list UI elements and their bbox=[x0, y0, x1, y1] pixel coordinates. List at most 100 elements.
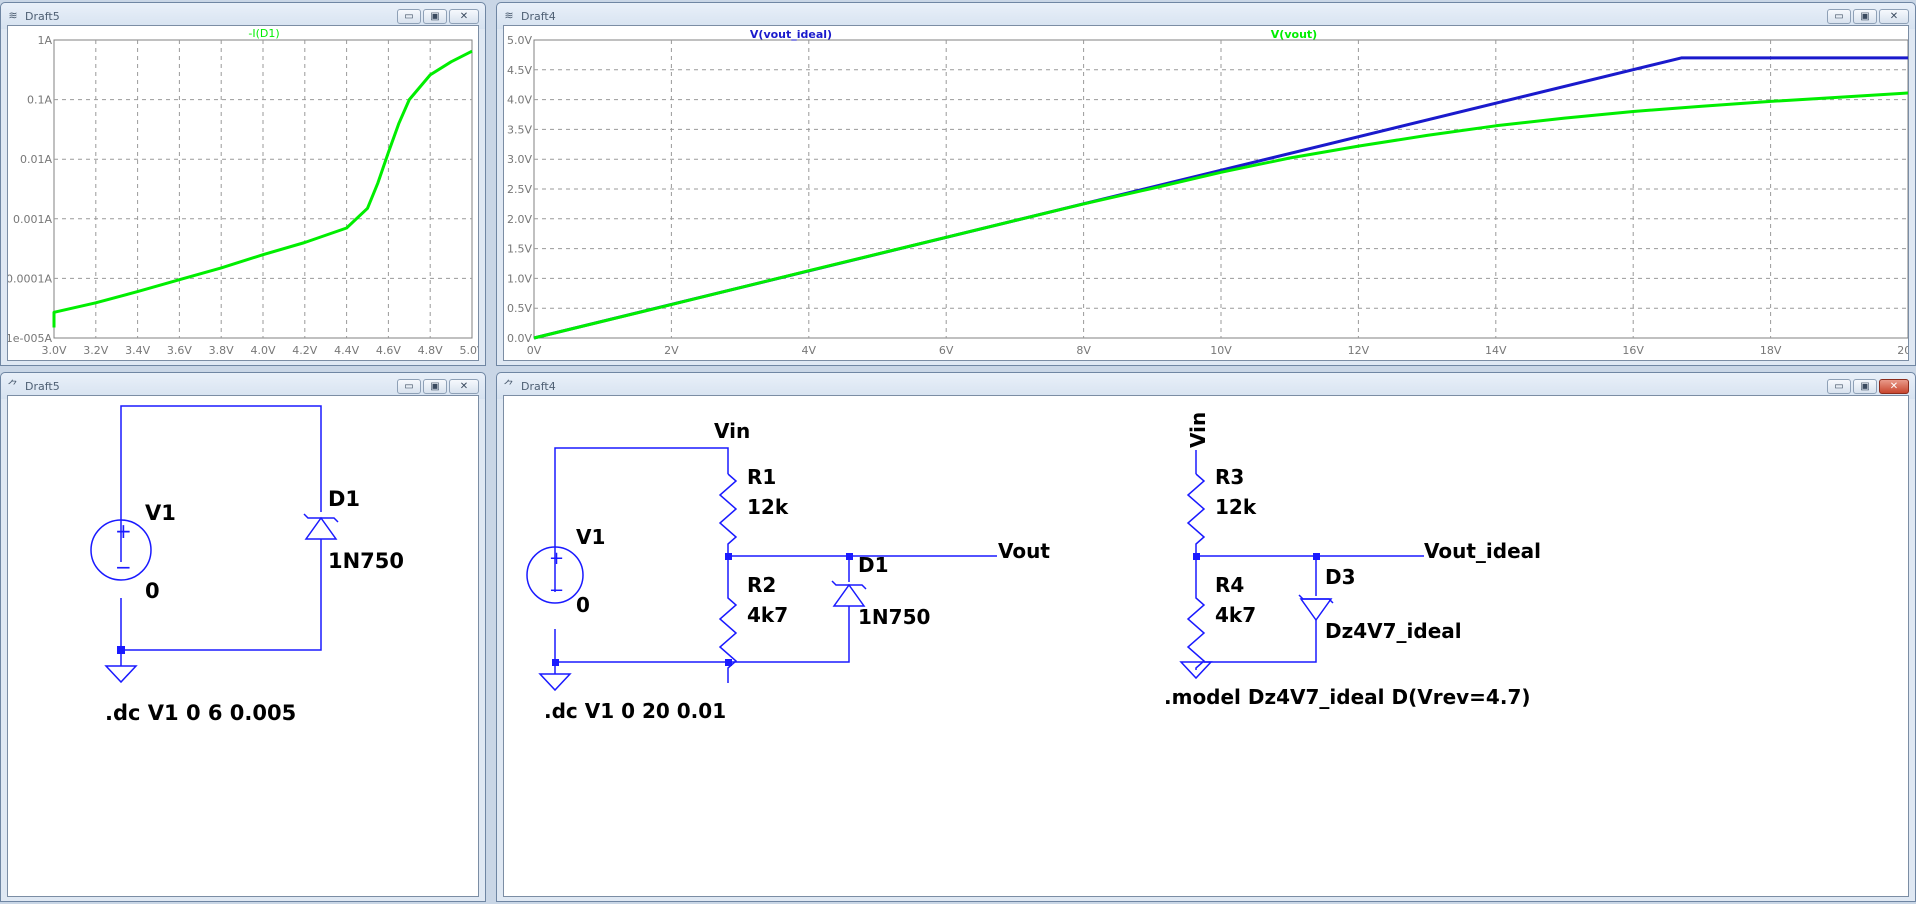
x-tick-label: 4.6V bbox=[376, 344, 401, 357]
schematic-canvas[interactable]: + − Vin R1 12k R2 4k7 V1 0 D1 1N750 Vout… bbox=[503, 395, 1909, 897]
x-tick-label: 5.0V bbox=[459, 344, 479, 357]
x-tick-label: 3.6V bbox=[167, 344, 192, 357]
d1-name: D1 bbox=[328, 487, 360, 511]
plot-pane[interactable]: 3.0V 3.2V 3.4V 3.6V 3.8V 4.0V 4.2V 4.4V 4.6V 4.8V… bbox=[7, 25, 479, 361]
d1-model: 1N750 bbox=[858, 605, 930, 629]
wire bbox=[120, 405, 322, 562]
v1-value: 0 bbox=[576, 593, 590, 617]
vin-label-rotated: Vin bbox=[1186, 412, 1210, 448]
model-directive[interactable]: .model Dz4V7_ideal D(Vrev=4.7) bbox=[1164, 685, 1531, 709]
x-tick-label: 6V bbox=[939, 344, 954, 357]
x-tick-label: 12V bbox=[1348, 344, 1370, 357]
plot-frame bbox=[53, 39, 473, 339]
y-tick-label: 4.0V bbox=[507, 94, 532, 107]
zener-bar bbox=[1298, 594, 1334, 604]
node-dot bbox=[846, 553, 853, 560]
dc-directive[interactable]: .dc V1 0 6 0.005 bbox=[105, 701, 296, 725]
d3-name: D3 bbox=[1325, 565, 1356, 589]
minus-sign: − bbox=[115, 555, 132, 579]
minimize-icon[interactable]: ▭ bbox=[397, 379, 421, 394]
node-dot bbox=[725, 659, 732, 666]
vin-label: Vin bbox=[714, 419, 750, 443]
x-tick-label: 4V bbox=[802, 344, 817, 357]
window-title: Draft4 bbox=[521, 10, 556, 23]
schematic-window-draft5[interactable]: ⺈ Draft5 ▭ ▣ ✕ + − V1 0 D1 1N750 .dc V1 … bbox=[0, 372, 486, 902]
x-tick-label: 4.8V bbox=[418, 344, 443, 357]
y-tick-label: 1e-005A bbox=[8, 332, 52, 345]
x-tick-label: 8V bbox=[1076, 344, 1091, 357]
x-tick-label: 16V bbox=[1622, 344, 1644, 357]
current-plot[interactable]: 3.0V 3.2V 3.4V 3.6V 3.8V 4.0V 4.2V 4.4V 4.6V 4.8V… bbox=[8, 26, 479, 361]
maximize-icon[interactable]: ▣ bbox=[423, 9, 447, 24]
maximize-icon[interactable]: ▣ bbox=[1853, 9, 1877, 24]
waveform-window-draft4[interactable]: ≋ Draft4 ▭ ▣ ✕ 0V 2V 4V 6V 8V 10V 12V 14V 16V 18V… bbox=[496, 2, 1916, 366]
zener-bar bbox=[831, 580, 867, 590]
wire bbox=[1196, 555, 1317, 596]
x-tick-label: 20V bbox=[1897, 344, 1909, 357]
r2-name: R2 bbox=[747, 573, 776, 597]
x-tick-label: 4.0V bbox=[250, 344, 275, 357]
y-tick-label: 0.5V bbox=[507, 302, 532, 315]
x-tick-label: 3.8V bbox=[209, 344, 234, 357]
node-dot bbox=[725, 553, 732, 560]
close-icon[interactable]: ✕ bbox=[1879, 9, 1909, 24]
y-tick-label: 2.0V bbox=[507, 213, 532, 226]
y-tick-label: 0.0001A bbox=[8, 272, 52, 285]
v1-value: 0 bbox=[145, 579, 160, 603]
close-icon[interactable]: ✕ bbox=[449, 379, 479, 394]
r4-value: 4k7 bbox=[1215, 603, 1256, 627]
node-dot bbox=[117, 646, 125, 654]
x-tick-label: 3.0V bbox=[41, 344, 66, 357]
d1-name: D1 bbox=[858, 553, 889, 577]
schematic-canvas[interactable]: + − V1 0 D1 1N750 .dc V1 0 6 0.005 bbox=[7, 395, 479, 897]
ground-symbol bbox=[104, 665, 138, 684]
y-tick-label: 3.0V bbox=[507, 153, 532, 166]
v1-name: V1 bbox=[576, 525, 605, 549]
x-tick-label: 0V bbox=[527, 344, 542, 357]
wire bbox=[554, 447, 729, 592]
y-tick-label: 1A bbox=[37, 34, 52, 47]
legend-label: V(vout_ideal) bbox=[750, 28, 832, 41]
waveform-window-draft5[interactable]: ≋ Draft5 ▭ ▣ ✕ 3.0V 3.2V 3.4V 3.6V 3.8V 4.0V 4… bbox=[0, 2, 486, 366]
plus-sign: + bbox=[115, 519, 132, 543]
plot-frame bbox=[533, 39, 1908, 339]
zener-bar bbox=[303, 513, 339, 523]
v1-name: V1 bbox=[145, 501, 176, 525]
y-tick-label: 4.5V bbox=[507, 64, 532, 77]
y-tick-label: 2.5V bbox=[507, 183, 532, 196]
close-icon[interactable]: ✕ bbox=[1879, 379, 1909, 394]
ground-symbol bbox=[538, 673, 572, 692]
x-tick-label: 3.2V bbox=[83, 344, 108, 357]
node-dot bbox=[552, 659, 559, 666]
y-tick-label: 3.5V bbox=[507, 123, 532, 136]
close-icon[interactable]: ✕ bbox=[449, 9, 479, 24]
legend-label: -I(D1) bbox=[248, 27, 279, 40]
schematic-window-draft4[interactable]: ⺈ Draft4 ▭ ▣ ✕ + − Vin R1 12k R2 4k7 V1 … bbox=[496, 372, 1916, 902]
window-title: Draft5 bbox=[25, 10, 60, 23]
node-dot bbox=[1313, 553, 1320, 560]
maximize-icon[interactable]: ▣ bbox=[423, 379, 447, 394]
r2-value: 4k7 bbox=[747, 603, 788, 627]
zener-diode bbox=[832, 583, 866, 607]
y-tick-label: 1.5V bbox=[507, 243, 532, 256]
maximize-icon[interactable]: ▣ bbox=[1853, 379, 1877, 394]
x-tick-label: 10V bbox=[1210, 344, 1232, 357]
window-title: Draft5 bbox=[25, 380, 60, 393]
minimize-icon[interactable]: ▭ bbox=[397, 9, 421, 24]
plot-pane[interactable]: 0V 2V 4V 6V 8V 10V 12V 14V 16V 18V 20V 5.0V 4.5V 4.0V… bbox=[503, 25, 1909, 361]
minimize-icon[interactable]: ▭ bbox=[1827, 9, 1851, 24]
schematic-drawing[interactable]: + − Vin R1 12k R2 4k7 V1 0 D1 1N750 Vout… bbox=[504, 396, 1909, 897]
r1-value: 12k bbox=[747, 495, 789, 519]
x-tick-label: 18V bbox=[1760, 344, 1782, 357]
vout-ideal-label: Vout_ideal bbox=[1424, 539, 1541, 563]
schematic-drawing[interactable]: + − V1 0 D1 1N750 .dc V1 0 6 0.005 bbox=[8, 396, 479, 897]
y-tick-label: 0.0V bbox=[507, 332, 532, 345]
x-tick-label: 4.4V bbox=[334, 344, 359, 357]
voltage-plot[interactable]: 0V 2V 4V 6V 8V 10V 12V 14V 16V 18V 20V 5.0V 4.5V 4.0V… bbox=[504, 26, 1909, 361]
d1-model: 1N750 bbox=[328, 549, 404, 573]
legend-label: V(vout) bbox=[1271, 28, 1317, 41]
minimize-icon[interactable]: ▭ bbox=[1827, 379, 1851, 394]
window-title: Draft4 bbox=[521, 380, 556, 393]
d3-model: Dz4V7_ideal bbox=[1325, 619, 1462, 643]
dc-directive[interactable]: .dc V1 0 20 0.01 bbox=[544, 699, 726, 723]
